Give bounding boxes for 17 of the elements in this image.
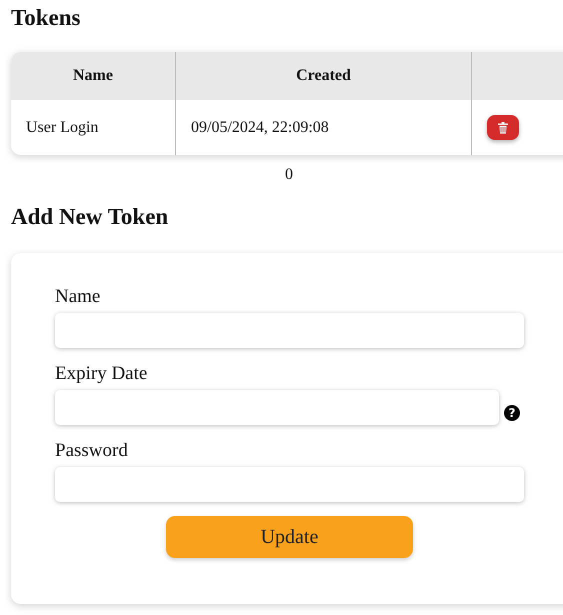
update-button[interactable]: Update [166,516,413,558]
field-label: Name [55,285,102,309]
table-cell: 09/05/2024, 22:09:08 [191,118,329,136]
delete-button[interactable] [487,115,519,140]
input-field[interactable] [55,390,499,425]
column-header: Created [296,67,351,85]
input-field[interactable] [55,313,524,348]
field-label: Expiry Date [55,362,148,386]
token-count: 0 [285,166,293,183]
section-title: Add New Token [11,203,170,231]
column-header: Name [73,67,113,85]
trash-icon [498,122,508,134]
input-field[interactable] [55,467,524,502]
table-cell: User Login [26,118,98,136]
field-label: Password [55,439,129,463]
help-icon[interactable]: ? [504,404,520,420]
page-title: Tokens [11,4,82,32]
